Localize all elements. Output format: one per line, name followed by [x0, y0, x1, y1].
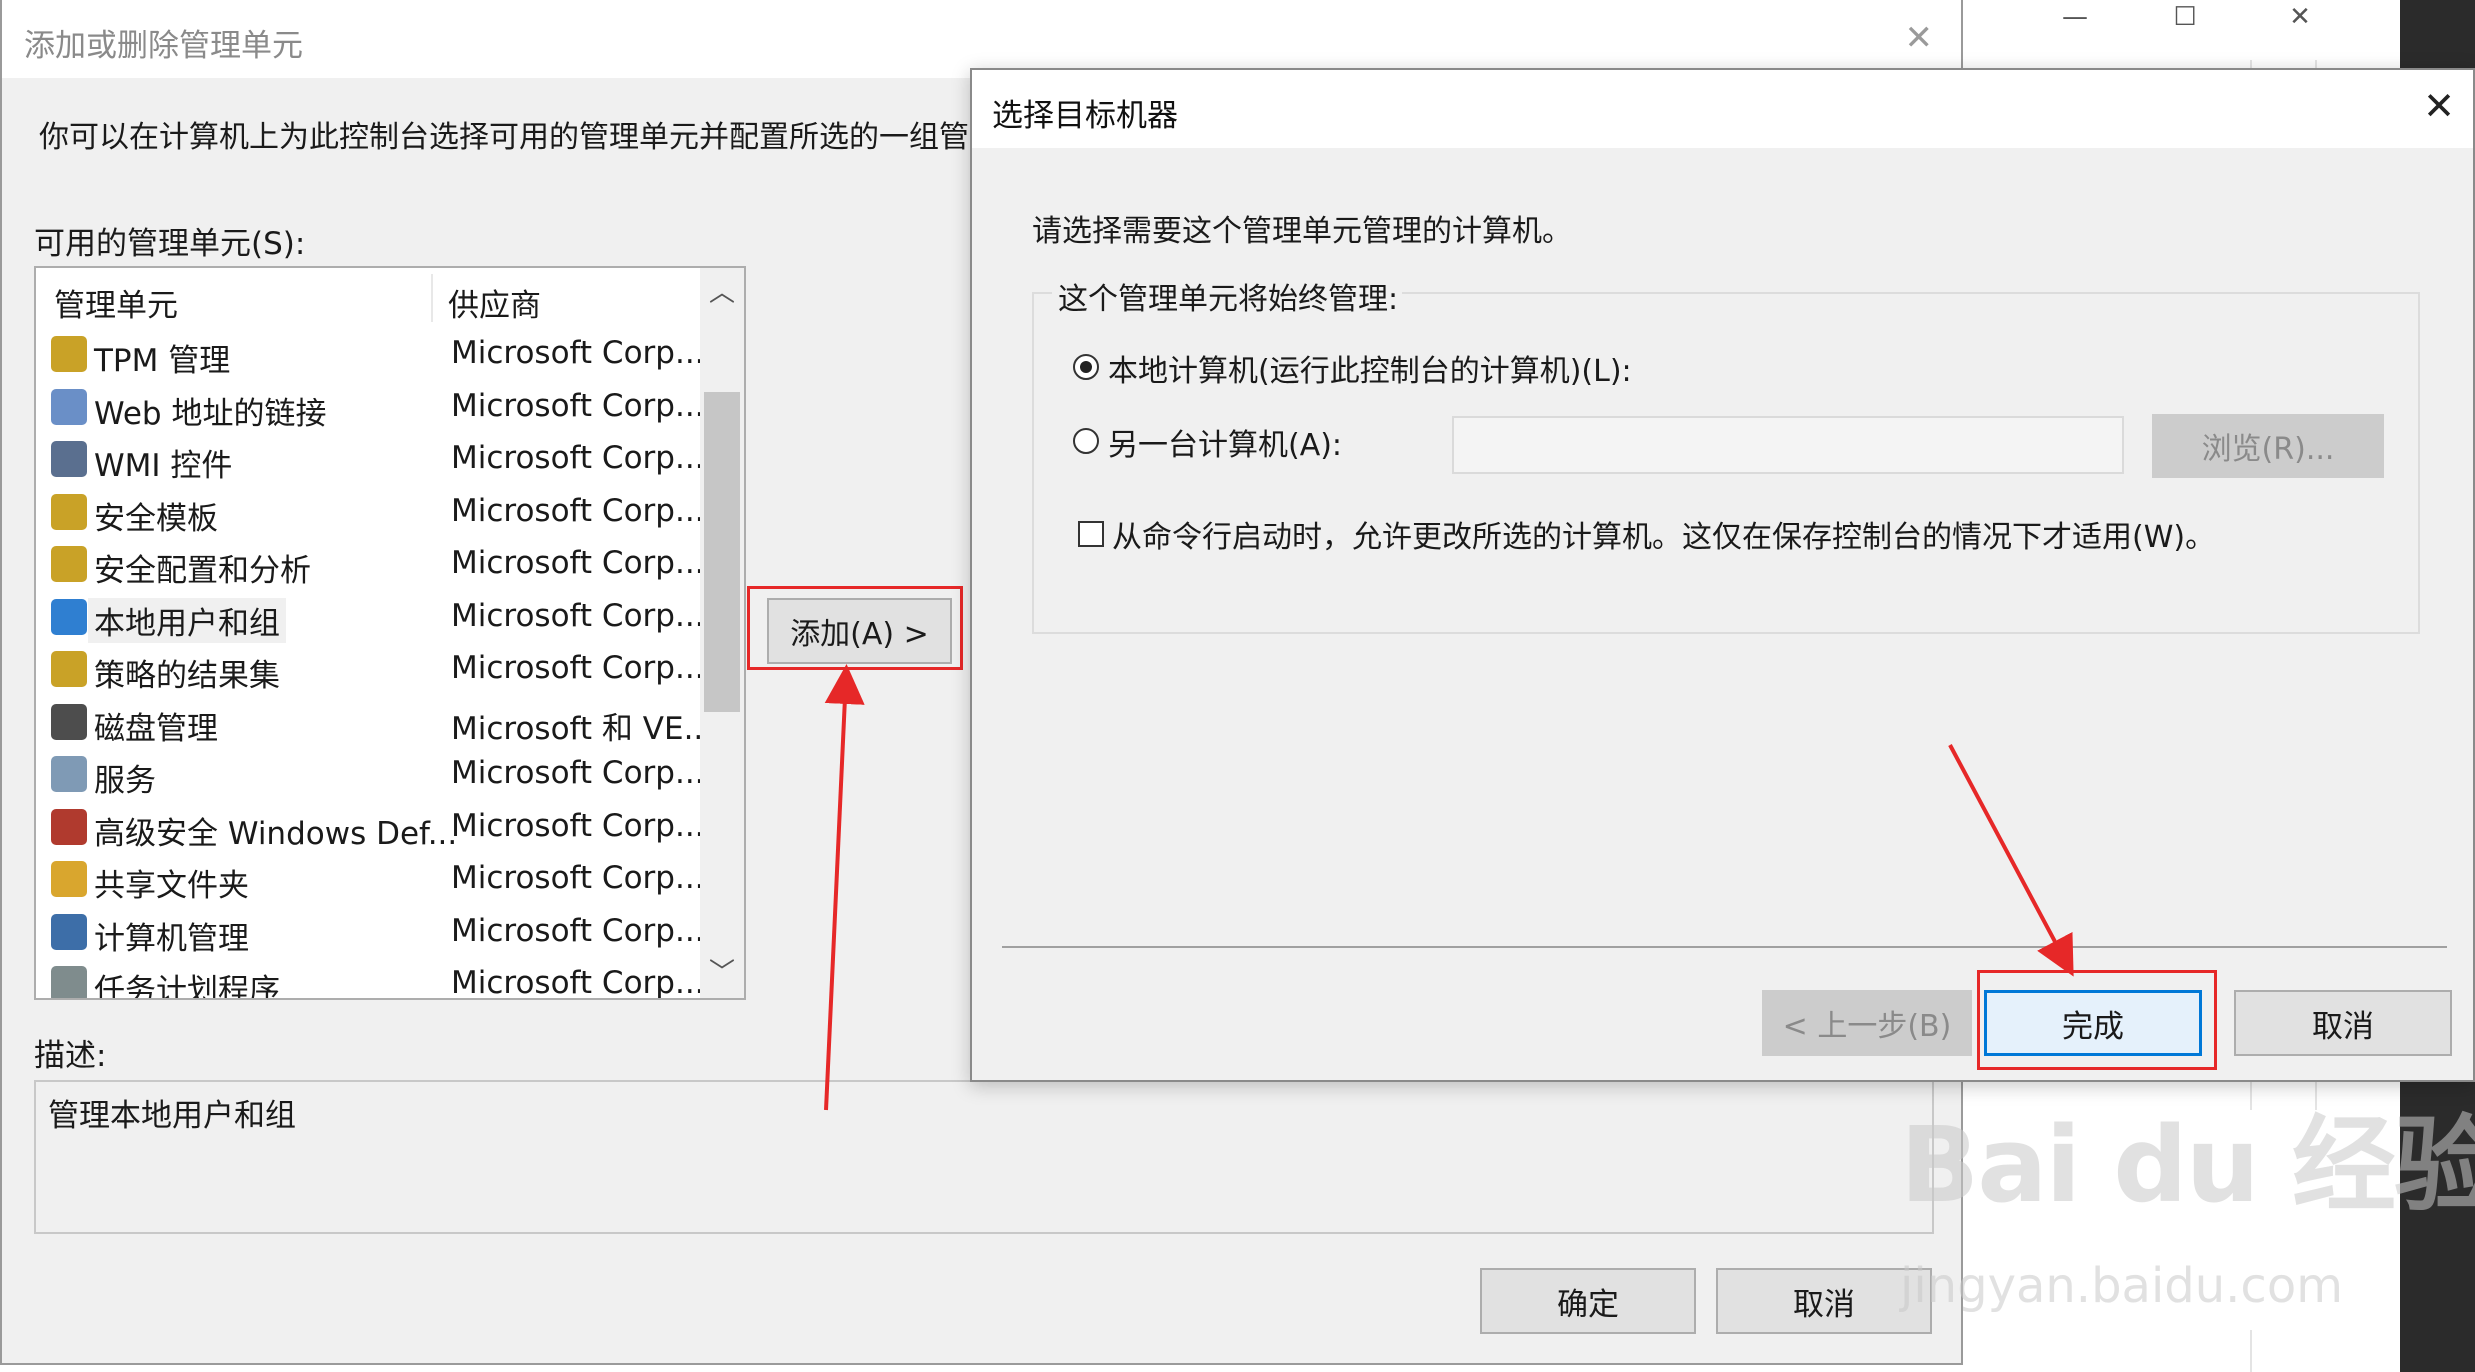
security-template-icon	[51, 493, 87, 530]
scroll-thumb[interactable]	[704, 392, 740, 712]
snapin-list-item[interactable]: 本地用户和组 Microsoft Corp...	[36, 591, 705, 643]
snapin-list-item[interactable]: 高级安全 Windows Def... Microsoft Corp...	[36, 801, 705, 853]
maximize-icon[interactable]: ☐	[2130, 0, 2240, 34]
target-cancel-button[interactable]: 取消	[2234, 990, 2452, 1056]
column-separator[interactable]	[431, 274, 433, 322]
snapin-vendor: Microsoft Corp...	[451, 440, 705, 476]
another-computer-label[interactable]: 另一台计算机(A):	[1108, 420, 1342, 464]
scroll-down-icon[interactable]: ﹀	[700, 952, 744, 990]
watermark-site: jingyan.baidu.com	[1900, 1258, 2343, 1314]
available-snapins-label: 可用的管理单元(S):	[34, 226, 306, 262]
list-header: 管理单元 供应商	[36, 268, 696, 328]
baidu-watermark: Bai du 经验 jingyan.baidu.com	[1900, 1080, 2475, 1330]
snapin-name: 安全配置和分析	[94, 553, 311, 589]
snapin-vendor: Microsoft Corp...	[451, 755, 705, 791]
description-text: 管理本地用户和组	[48, 1098, 296, 1134]
snapin-list-item[interactable]: 安全模板 Microsoft Corp...	[36, 486, 705, 538]
snapin-name: 本地用户和组	[88, 597, 286, 643]
main-close-icon[interactable]: ✕	[1905, 18, 1934, 58]
close-icon[interactable]: ✕	[2245, 0, 2355, 34]
browse-button[interactable]: 浏览(R)...	[2152, 414, 2384, 478]
snapin-vendor: Microsoft Corp...	[451, 912, 705, 949]
snapin-list[interactable]: 管理单元 供应商 TPM 管理 Microsoft Corp... Web 地址的链…	[34, 266, 746, 1000]
another-computer-radio[interactable]	[1073, 428, 1099, 454]
scroll-up-icon[interactable]: ︿	[700, 272, 744, 310]
users-groups-icon	[51, 598, 87, 635]
tpm-icon	[51, 336, 87, 372]
intro-text: 你可以在计算机上为此控制台选择可用的管理单元并配置所选的一组管	[39, 120, 969, 155]
back-button[interactable]: < 上一步(B)	[1762, 990, 1972, 1056]
allow-change-label[interactable]: 从命令行启动时，允许更改所选的计算机。这仅在保存控制台的情况下才适用(W)。	[1112, 512, 2215, 556]
security-analysis-icon	[51, 546, 87, 582]
shared-folder-icon	[51, 861, 87, 897]
snapin-vendor: Microsoft Corp...	[451, 965, 705, 1000]
disk-icon	[51, 703, 87, 740]
snapin-name: Web 地址的链接	[94, 395, 327, 432]
snapin-name: 服务	[94, 763, 156, 799]
list-scrollbar[interactable]: ︿ ﹀	[700, 268, 744, 998]
snapin-name: 策略的结果集	[94, 658, 280, 694]
snapin-list-item[interactable]: 计算机管理 Microsoft Corp...	[36, 906, 705, 958]
snapin-list-item[interactable]: 安全配置和分析 Microsoft Corp...	[36, 538, 705, 590]
local-computer-radio[interactable]	[1073, 354, 1099, 380]
column-header-snapin[interactable]: 管理单元	[54, 280, 178, 325]
snapin-vendor: Microsoft 和 VE...	[451, 710, 714, 747]
snapin-name: 共享文件夹	[94, 868, 249, 904]
dialog-separator	[1002, 946, 2447, 948]
snapin-list-item[interactable]: WMI 控件 Microsoft Corp...	[36, 433, 705, 485]
snapin-vendor: Microsoft Corp...	[451, 387, 705, 424]
main-titlebar: 添加或删除管理单元 ✕	[2, 0, 1961, 78]
group-border	[1032, 292, 1052, 294]
local-computer-label[interactable]: 本地计算机(运行此控制台的计算机)(L):	[1108, 346, 1632, 390]
select-target-machine-dialog: 选择目标机器 ✕ 请选择需要这个管理单元管理的计算机。 这个管理单元将始终管理:…	[970, 68, 2475, 1082]
target-prompt: 请选择需要这个管理单元管理的计算机。	[1032, 214, 1572, 249]
snapin-list-item[interactable]: 策略的结果集 Microsoft Corp...	[36, 643, 705, 695]
ok-button[interactable]: 确定	[1480, 1268, 1696, 1334]
web-link-icon	[51, 388, 87, 425]
target-title: 选择目标机器	[992, 98, 1178, 134]
main-title: 添加或删除管理单元	[24, 28, 303, 64]
snapin-vendor: Microsoft Corp...	[451, 335, 705, 371]
description-label: 描述:	[34, 1038, 107, 1074]
snapin-name: WMI 控件	[94, 448, 233, 484]
column-header-vendor[interactable]: 供应商	[448, 280, 541, 325]
snapin-list-item[interactable]: Web 地址的链接 Microsoft Corp...	[36, 381, 705, 433]
snapin-name: 磁盘管理	[94, 710, 218, 747]
watermark-logo: Bai du 经验	[1900, 1104, 2475, 1226]
policy-icon	[51, 651, 87, 687]
task-scheduler-icon	[51, 966, 87, 998]
target-titlebar: 选择目标机器 ✕	[972, 70, 2473, 148]
description-box: 管理本地用户和组	[34, 1080, 1934, 1234]
snapin-list-item[interactable]: 任务计划程序 Microsoft Corp...	[36, 958, 705, 1000]
snapin-list-item[interactable]: TPM 管理 Microsoft Corp...	[36, 328, 705, 380]
computer-name-input[interactable]	[1452, 416, 2124, 474]
snapin-name: 高级安全 Windows Def...	[94, 815, 458, 852]
wmi-icon	[51, 441, 87, 477]
snapin-vendor: Microsoft Corp...	[451, 492, 705, 529]
group-label: 这个管理单元将始终管理:	[1054, 274, 1403, 318]
snapin-vendor: Microsoft Corp...	[451, 650, 705, 686]
target-close-icon[interactable]: ✕	[2423, 84, 2455, 128]
snapin-vendor: Microsoft Corp...	[451, 807, 705, 844]
snapin-name: 任务计划程序	[94, 973, 280, 1000]
highlight-finish-button	[1977, 970, 2217, 1070]
snapin-list-item[interactable]: 磁盘管理 Microsoft 和 VE...	[36, 696, 713, 748]
snapin-vendor: Microsoft Corp...	[451, 545, 705, 581]
snapin-list-item[interactable]: 共享文件夹 Microsoft Corp...	[36, 853, 705, 905]
snapin-name: 安全模板	[94, 500, 218, 537]
allow-change-checkbox[interactable]	[1078, 521, 1104, 547]
snapin-name: 计算机管理	[94, 920, 249, 957]
snapin-list-item[interactable]: 服务 Microsoft Corp...	[36, 748, 705, 800]
snapin-vendor: Microsoft Corp...	[451, 860, 705, 896]
computer-mgmt-icon	[51, 913, 87, 950]
firewall-icon	[51, 808, 87, 845]
group-border	[1392, 292, 2420, 294]
snapin-vendor: Microsoft Corp...	[451, 597, 705, 634]
snapin-name: TPM 管理	[94, 343, 231, 379]
highlight-add-button	[747, 586, 963, 670]
services-icon	[51, 756, 87, 792]
minimize-icon[interactable]: —	[2020, 0, 2130, 34]
grid-line	[2250, 1330, 2252, 1372]
